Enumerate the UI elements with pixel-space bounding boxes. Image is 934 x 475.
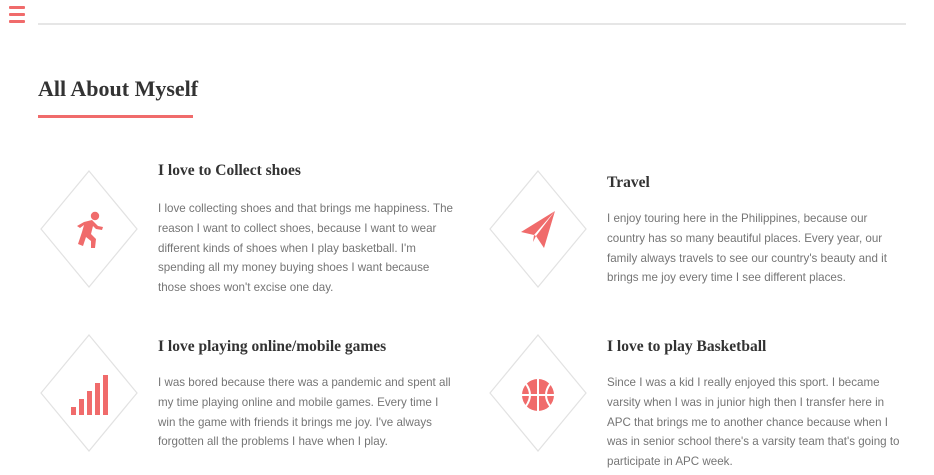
- paper-plane-icon: [521, 211, 555, 248]
- card-text: I love collecting shoes and that brings …: [158, 202, 453, 295]
- icon-diamond: [489, 334, 587, 452]
- card-title: I love playing online/mobile games: [158, 338, 387, 355]
- icon-diamond: [489, 170, 587, 288]
- basketball-icon: [522, 379, 554, 411]
- card-title: I love to play Basketball: [607, 338, 767, 355]
- section-title: All About Myself: [38, 76, 199, 101]
- icon-diamond: [40, 170, 138, 288]
- card-text: I was bored because there was a pandemic…: [158, 376, 451, 449]
- card-title: Travel: [607, 174, 650, 191]
- icon-diamond: [40, 334, 138, 452]
- card-text: I enjoy touring here in the Philippines,…: [607, 212, 887, 285]
- card-title: I love to Collect shoes: [158, 162, 301, 179]
- signal-bars-icon: [71, 375, 108, 415]
- title-underline: [38, 115, 193, 118]
- running-person-icon: [77, 211, 103, 248]
- header-divider: [38, 23, 906, 25]
- card-text: Since I was a kid I really enjoyed this …: [607, 376, 900, 469]
- hamburger-menu-icon[interactable]: [9, 6, 25, 24]
